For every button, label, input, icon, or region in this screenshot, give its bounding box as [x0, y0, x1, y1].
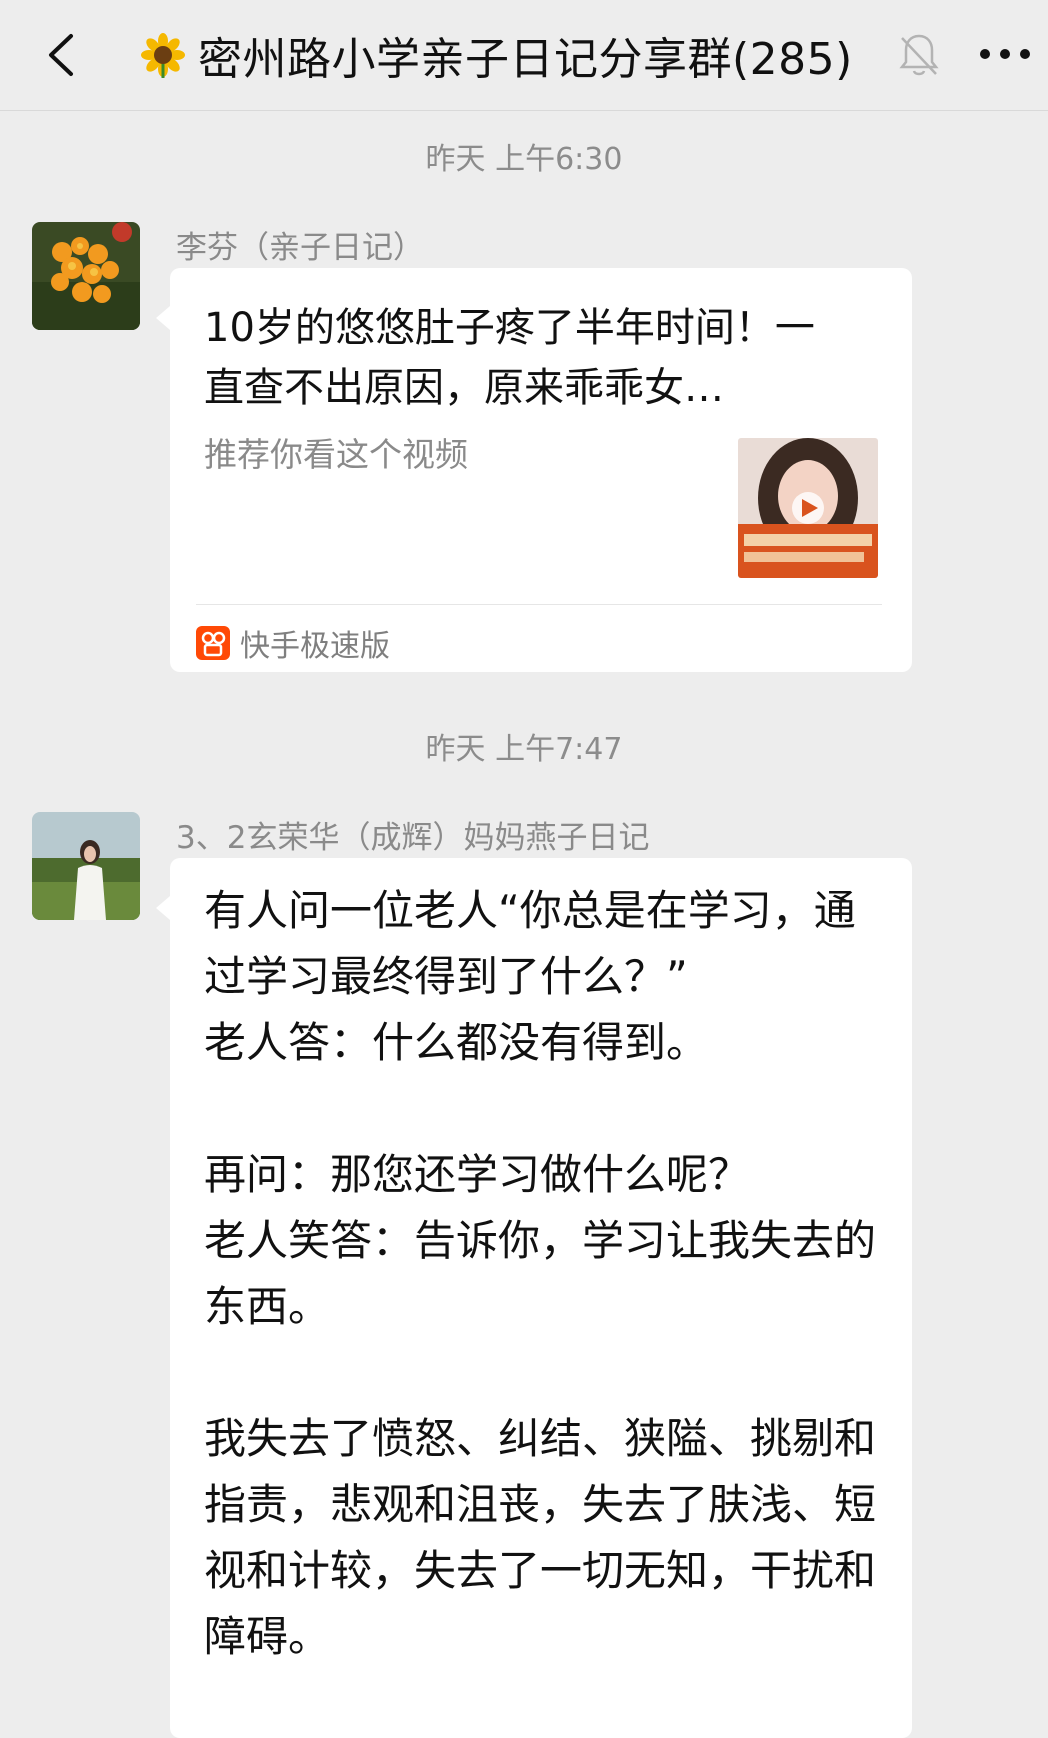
- sender-name: 3、2玄荣华（成辉）妈妈燕子日记: [176, 820, 650, 856]
- bell-off-icon: [899, 34, 939, 76]
- card-source: 快手极速版: [196, 620, 390, 666]
- chevron-left-icon: [49, 34, 73, 76]
- card-title: 10岁的悠悠肚子疼了半年时间！一直查不出原因，原来乖乖女…: [204, 305, 815, 411]
- video-card-message[interactable]: 10岁的悠悠肚子疼了半年时间！一直查不出原因，原来乖乖女… 推荐你看这个视频 快…: [156, 268, 912, 672]
- source-label: 快手极速版: [240, 629, 390, 664]
- back-button[interactable]: [30, 22, 90, 88]
- message-text: 有人问一位老人“你总是在学习，通过学习最终得到了什么？” 老人答：什么都没有得到…: [204, 886, 877, 1661]
- message-timestamp: 昨天 上午7:47: [425, 732, 623, 767]
- more-dots-icon: [980, 49, 1030, 59]
- video-thumbnail: [738, 438, 878, 578]
- chat-header: 密州路小学亲子日记分享群(285): [0, 0, 1048, 111]
- avatar[interactable]: [32, 812, 140, 920]
- card-description: 推荐你看这个视频: [204, 435, 468, 474]
- avatar[interactable]: [32, 222, 140, 330]
- message-timestamp: 昨天 上午6:30: [425, 142, 623, 177]
- text-message[interactable]: 有人问一位老人“你总是在学习，通过学习最终得到了什么？” 老人答：什么都没有得到…: [156, 858, 912, 1738]
- sunflower-icon: [141, 33, 185, 78]
- sender-name: 李芬（亲子日记）: [176, 230, 424, 266]
- more-button[interactable]: [975, 36, 1035, 72]
- chat-title: 密州路小学亲子日记分享群(285): [140, 22, 853, 88]
- kuaishou-icon: [196, 626, 230, 660]
- group-name: 密州路小学亲子日记分享群(285): [198, 34, 853, 85]
